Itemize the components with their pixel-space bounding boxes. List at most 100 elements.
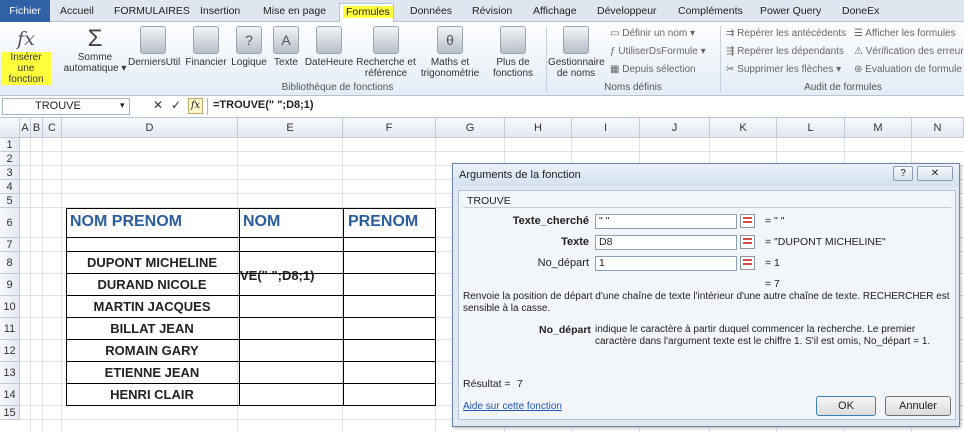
tab-insertion[interactable]: Insertion	[194, 3, 246, 21]
trace-dependents-button[interactable]: ⇶ Repérer les dépendants	[726, 46, 844, 57]
book-icon	[193, 26, 219, 54]
tab-mise-en-page[interactable]: Mise en page	[257, 3, 332, 21]
insert-function-icon[interactable]: fx	[188, 98, 203, 114]
tab-developpeur[interactable]: Développeur	[591, 3, 663, 21]
select-all-corner[interactable]	[0, 118, 20, 138]
cancel-icon[interactable]: ✕	[153, 98, 163, 112]
row-header-13[interactable]: 13	[0, 362, 20, 384]
define-name-button[interactable]: ▭ Définir un nom ▾	[610, 28, 695, 39]
row-header-14[interactable]: 14	[0, 384, 20, 406]
row-header-7[interactable]: 7	[0, 238, 20, 252]
from-selection-button[interactable]: ▦ Depuis sélection	[610, 64, 696, 75]
lib-recent-button[interactable]: DerniersUtil	[128, 26, 180, 68]
name-manager-button[interactable]: Gestionnaire de noms	[548, 26, 605, 79]
column-header-j[interactable]: J	[640, 118, 710, 138]
arg-result-no-depart: = 1	[765, 257, 780, 269]
lib-logical-button[interactable]: ? Logique	[229, 26, 269, 68]
use-in-formula-button[interactable]: ƒ UtiliserDsFormule ▾	[610, 46, 706, 57]
lib-financial-label: Financier	[185, 57, 227, 68]
tab-formules-label: Formules	[343, 6, 393, 18]
remove-arrows-button[interactable]: ✂ Supprimer les flèches ▾	[726, 64, 841, 75]
tab-formulaires[interactable]: FORMULAIRES	[108, 3, 196, 21]
sigma-icon: Σ	[87, 25, 103, 52]
formula-total: = 7	[765, 278, 780, 290]
column-header-e[interactable]: E	[238, 118, 343, 138]
row-header-4[interactable]: 4	[0, 180, 20, 194]
lib-text-button[interactable]: A Texte	[271, 26, 301, 68]
column-header-n[interactable]: N	[912, 118, 964, 138]
ok-button[interactable]: OK	[816, 396, 876, 416]
tab-complements[interactable]: Compléments	[672, 3, 749, 21]
row-header-15[interactable]: 15	[0, 406, 20, 420]
error-checking-button[interactable]: ⚠ Vérification des erreur	[854, 46, 964, 57]
column-header-i[interactable]: I	[572, 118, 640, 138]
tab-fichier[interactable]: Fichier	[0, 0, 50, 22]
insert-function-button[interactable]: fx Insérer une fonction	[0, 26, 52, 85]
row-header-3[interactable]: 3	[0, 166, 20, 180]
name-manager-label: Gestionnaire de noms	[548, 57, 605, 79]
column-header-a[interactable]: A	[20, 118, 31, 138]
row-header-12[interactable]: 12	[0, 340, 20, 362]
lib-more-button[interactable]: Plus de fonctions	[485, 26, 541, 79]
result-label: Résultat =	[463, 378, 511, 390]
collapse-ref-icon[interactable]	[740, 214, 755, 228]
lib-datetime-button[interactable]: DateHeure	[303, 26, 355, 68]
row-header-9[interactable]: 9	[0, 274, 20, 296]
gridline-h	[20, 151, 964, 152]
lib-lookup-button[interactable]: Recherche et référence	[355, 26, 417, 79]
formula-bar: TROUVE ▾ ✕ ✓ fx =TROUVE(" ";D8;1)	[0, 96, 964, 118]
lib-math-button[interactable]: θ Maths et trigonométrie	[417, 26, 483, 79]
row-header-2[interactable]: 2	[0, 152, 20, 166]
column-header-c[interactable]: C	[43, 118, 62, 138]
row-header-1[interactable]: 1	[0, 138, 20, 152]
row-header-6[interactable]: 6	[0, 208, 20, 238]
lib-more-label: Plus de fonctions	[492, 57, 534, 79]
autosum-button[interactable]: Σ Somme automatique ▾	[60, 25, 130, 75]
group-label-audit: Audit de formules	[804, 82, 882, 93]
column-header-l[interactable]: L	[777, 118, 845, 138]
name-box-dropdown-icon[interactable]: ▾	[120, 100, 125, 111]
trace-dependents-label: Repérer les dépendants	[737, 46, 844, 57]
enter-icon[interactable]: ✓	[171, 98, 181, 112]
tab-donnees[interactable]: Données	[404, 3, 458, 21]
column-header-m[interactable]: M	[845, 118, 912, 138]
column-header-k[interactable]: K	[710, 118, 777, 138]
column-header-g[interactable]: G	[436, 118, 505, 138]
tab-power-query[interactable]: Power Query	[754, 3, 827, 21]
close-icon[interactable]: ✕	[917, 166, 953, 181]
ribbon-separator	[720, 26, 721, 92]
column-header-d[interactable]: D	[62, 118, 238, 138]
show-formulas-button[interactable]: ☰ Afficher les formules	[854, 28, 956, 39]
dialog-titlebar[interactable]: Arguments de la fonction	[453, 164, 959, 186]
column-header-h[interactable]: H	[505, 118, 572, 138]
collapse-ref-icon[interactable]	[740, 256, 755, 270]
arg-input-no-depart[interactable]: 1	[595, 256, 737, 271]
function-description: Renvoie la position de départ d'une chaî…	[463, 291, 950, 314]
trace-precedents-label: Repérer les antécédents	[737, 28, 847, 39]
trace-precedents-button[interactable]: ⇉ Repérer les antécédents	[726, 28, 846, 39]
column-header-f[interactable]: F	[343, 118, 436, 138]
formula-input[interactable]: =TROUVE(" ";D8;1)	[207, 98, 964, 115]
column-header-b[interactable]: B	[31, 118, 43, 138]
table-row-line	[66, 383, 436, 384]
evaluate-formula-button[interactable]: ⊛ Évaluation de formule	[854, 64, 964, 75]
result-value: 7	[517, 378, 523, 390]
help-button[interactable]: ?	[893, 166, 913, 181]
row-header-11[interactable]: 11	[0, 318, 20, 340]
row-header-5[interactable]: 5	[0, 194, 20, 208]
arg-input-texte-cherche[interactable]: " "	[595, 214, 737, 229]
tab-formules[interactable]: Formules	[339, 3, 394, 23]
arg-input-texte[interactable]: D8	[595, 235, 737, 250]
tab-doneex[interactable]: DoneEx	[836, 3, 885, 21]
tab-affichage[interactable]: Affichage	[527, 3, 583, 21]
cancel-button[interactable]: Annuler	[885, 396, 951, 416]
row-header-10[interactable]: 10	[0, 296, 20, 318]
row-header-8[interactable]: 8	[0, 252, 20, 274]
help-link[interactable]: Aide sur cette fonction	[463, 401, 562, 412]
tab-accueil[interactable]: Accueil	[54, 3, 100, 21]
lib-datetime-label: DateHeure	[304, 57, 354, 68]
lib-financial-button[interactable]: Financier	[183, 26, 229, 68]
name-box[interactable]: TROUVE	[2, 98, 130, 115]
collapse-ref-icon[interactable]	[740, 235, 755, 249]
tab-revision[interactable]: Révision	[466, 3, 518, 21]
